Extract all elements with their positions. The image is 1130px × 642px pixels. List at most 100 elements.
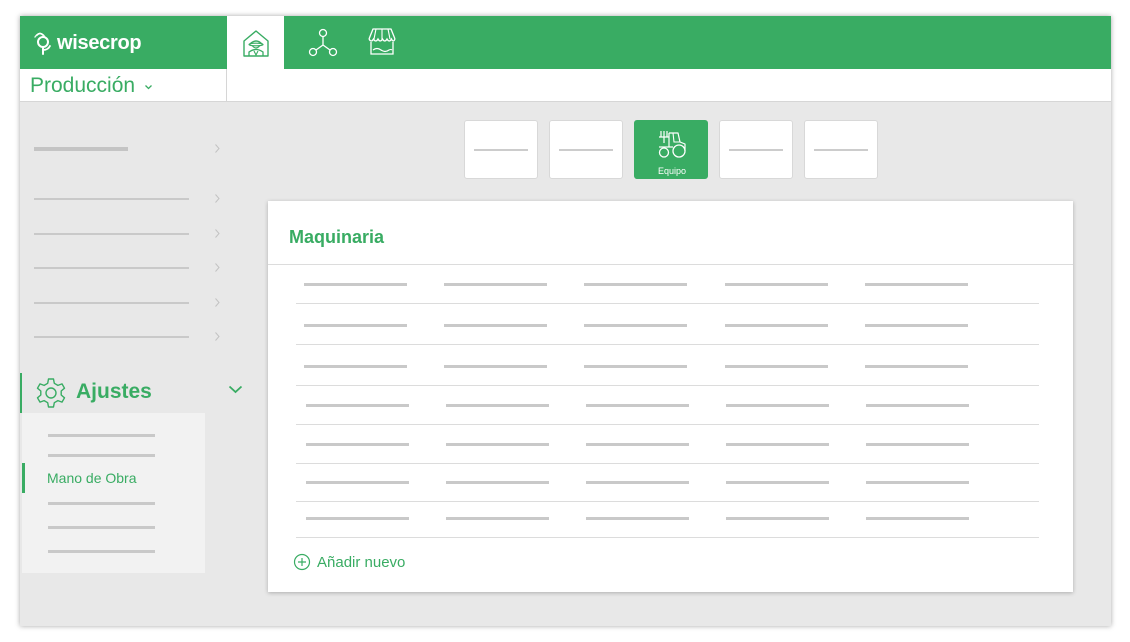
- submenu-item-placeholder[interactable]: [48, 550, 155, 553]
- table-cell-placeholder: [866, 517, 969, 520]
- row-divider: [296, 303, 1039, 304]
- category-placeholder: [729, 149, 783, 151]
- table-cell-placeholder: [584, 324, 687, 327]
- active-indicator: [22, 463, 25, 493]
- sidebar-item[interactable]: [34, 258, 234, 278]
- active-indicator: [20, 373, 22, 413]
- logo-text: wisecrop: [57, 31, 142, 54]
- submenu-item-placeholder[interactable]: [48, 434, 155, 437]
- table-cell-placeholder: [726, 443, 829, 446]
- sidebar-item[interactable]: [34, 224, 234, 244]
- gear-icon: [36, 378, 66, 408]
- category-label: Equipo: [657, 166, 687, 176]
- table-cell-placeholder: [584, 365, 687, 368]
- chevron-right-icon: [215, 332, 220, 341]
- table-row[interactable]: [296, 307, 1039, 345]
- table-cell-placeholder: [586, 481, 689, 484]
- table-row[interactable]: [296, 348, 1039, 386]
- sub-bar: Producción: [20, 69, 1111, 102]
- farmer-icon: [242, 29, 269, 57]
- sidebar-item-placeholder: [34, 233, 189, 235]
- nav-tab-market[interactable]: [353, 16, 410, 69]
- category-card[interactable]: [804, 120, 878, 179]
- chevron-right-icon: [215, 194, 220, 203]
- submenu-item-placeholder[interactable]: [48, 502, 155, 505]
- sidebar-item[interactable]: [34, 139, 234, 159]
- sidebar-item-placeholder: [34, 198, 189, 200]
- module-label: Producción: [30, 73, 136, 97]
- category-placeholder: [814, 149, 868, 151]
- ajustes-submenu: Mano de Obra: [22, 413, 205, 573]
- table-cell-placeholder: [586, 517, 689, 520]
- table-cell-placeholder: [444, 324, 547, 327]
- category-card[interactable]: [549, 120, 623, 179]
- chevron-down-icon: [145, 85, 153, 90]
- table-cell-placeholder: [306, 517, 409, 520]
- table-row[interactable]: [296, 500, 1039, 538]
- submenu-item-mano-de-obra[interactable]: Mano de Obra: [47, 470, 137, 486]
- sidebar-item[interactable]: [34, 327, 234, 347]
- sidebar-item-placeholder: [34, 336, 189, 338]
- top-bar: wisecrop: [20, 16, 1111, 69]
- table-cell-placeholder: [584, 283, 687, 286]
- submenu-item-placeholder[interactable]: [48, 454, 155, 457]
- chevron-right-icon: [215, 229, 220, 238]
- table-cell-placeholder: [726, 517, 829, 520]
- network-icon: [308, 28, 337, 56]
- table-cell-placeholder: [304, 283, 407, 286]
- row-divider: [296, 385, 1039, 386]
- table-cell-placeholder: [866, 404, 969, 407]
- sidebar-item-placeholder: [34, 267, 189, 269]
- nav-tab-network[interactable]: [294, 16, 351, 69]
- sidebar-item-placeholder: [34, 147, 128, 151]
- divider: [268, 264, 1073, 265]
- table-cell-placeholder: [306, 481, 409, 484]
- table-cell-placeholder: [444, 365, 547, 368]
- table-cell-placeholder: [446, 481, 549, 484]
- logo[interactable]: wisecrop: [34, 29, 142, 57]
- submenu-item-placeholder[interactable]: [48, 526, 155, 529]
- sidebar-item-placeholder: [34, 302, 189, 304]
- sidebar-section-label: Ajustes: [76, 380, 152, 403]
- chevron-down-icon[interactable]: [228, 385, 243, 394]
- table-cell-placeholder: [865, 324, 968, 327]
- table-cell-placeholder: [446, 443, 549, 446]
- row-divider: [296, 424, 1039, 425]
- chevron-right-icon: [215, 144, 220, 153]
- add-new-label: Añadir nuevo: [317, 553, 406, 571]
- table-cell-placeholder: [306, 404, 409, 407]
- table-row[interactable]: [296, 387, 1039, 425]
- table-cell-placeholder: [866, 481, 969, 484]
- sprout-logo-icon: [34, 32, 51, 55]
- table-row[interactable]: [296, 426, 1039, 464]
- sidebar-item[interactable]: [34, 189, 234, 209]
- main-panel: Maquinaria Añadir nuevo: [268, 201, 1073, 592]
- module-selector[interactable]: Producción: [20, 69, 227, 102]
- table-cell-placeholder: [865, 365, 968, 368]
- app-window: wisecrop Producción Ajustes Mano de Obra…: [20, 16, 1111, 626]
- row-divider: [296, 344, 1039, 345]
- table-row[interactable]: [296, 266, 1039, 304]
- category-card-equipo[interactable]: Equipo: [634, 120, 708, 179]
- sidebar-item[interactable]: [34, 293, 234, 313]
- chevron-right-icon: [215, 263, 220, 272]
- plus-circle-icon: [293, 553, 311, 571]
- table-cell-placeholder: [866, 443, 969, 446]
- chevron-right-icon: [215, 298, 220, 307]
- table-cell-placeholder: [446, 404, 549, 407]
- nav-tab-farm[interactable]: [227, 16, 284, 69]
- table-row[interactable]: [296, 464, 1039, 502]
- category-placeholder: [559, 149, 613, 151]
- category-card[interactable]: [464, 120, 538, 179]
- table-cell-placeholder: [725, 324, 828, 327]
- table-cell-placeholder: [304, 324, 407, 327]
- table-cell-placeholder: [446, 517, 549, 520]
- category-card[interactable]: [719, 120, 793, 179]
- table-cell-placeholder: [586, 443, 689, 446]
- table-cell-placeholder: [304, 365, 407, 368]
- table-cell-placeholder: [726, 404, 829, 407]
- table-cell-placeholder: [444, 283, 547, 286]
- add-new-button[interactable]: Añadir nuevo: [293, 553, 405, 571]
- sidebar-section-ajustes[interactable]: Ajustes: [20, 373, 255, 413]
- tractor-icon: [658, 131, 686, 158]
